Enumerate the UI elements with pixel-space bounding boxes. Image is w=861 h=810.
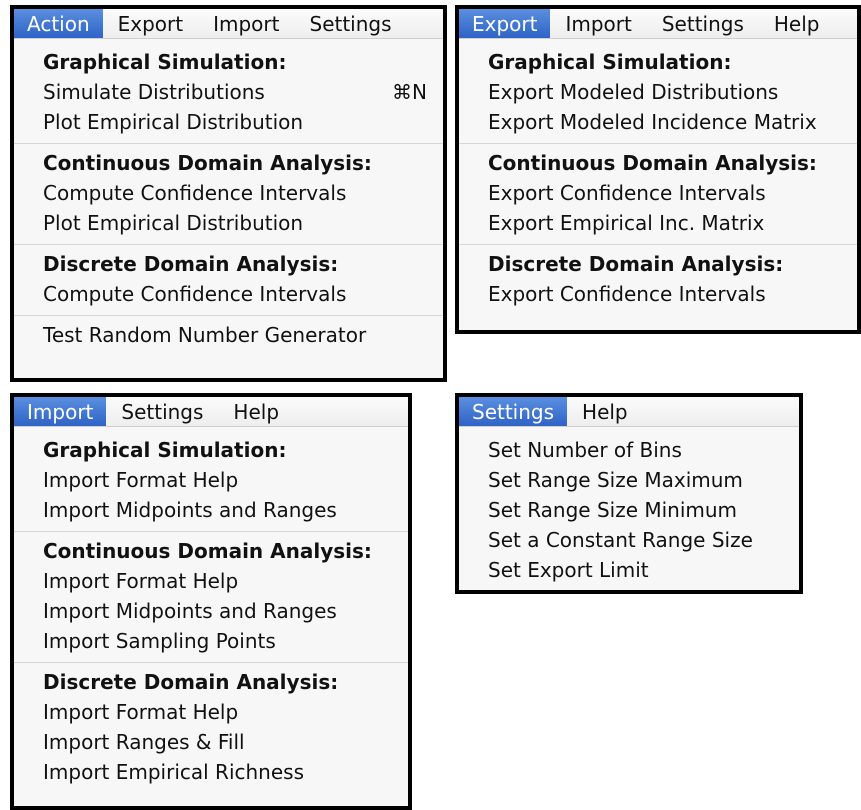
menubar-item-export[interactable]: Export bbox=[459, 9, 551, 38]
menu-item-label: Set Number of Bins bbox=[488, 438, 682, 462]
menubar-item-help[interactable]: Help bbox=[218, 397, 294, 426]
menu-section: Set Number of Bins Set Range Size Maximum… bbox=[459, 431, 799, 590]
menu-item-label: Plot Empirical Distribution bbox=[43, 211, 304, 235]
menu-section-heading: Discrete Domain Analysis: bbox=[488, 252, 784, 276]
menu-item-label: Import Format Help bbox=[43, 569, 239, 593]
dropdown-menu: Graphical Simulation: Import Format Help I… bbox=[14, 427, 408, 793]
menubar-item-help[interactable]: Help bbox=[567, 397, 643, 426]
menubar-item-settings[interactable]: Settings bbox=[459, 397, 568, 426]
menubar-item-import[interactable]: Import bbox=[14, 397, 107, 426]
menu-section: Continuous Domain Analysis: Compute Confi… bbox=[14, 144, 443, 245]
import-menu-panel: Import Settings Help Graphical Simulation: I… bbox=[10, 393, 412, 810]
menu-item-label: Export Confidence Intervals bbox=[488, 181, 766, 205]
menu-item-label: Import Sampling Points bbox=[43, 629, 276, 653]
menu-section: Continuous Domain Analysis: Export Confid… bbox=[459, 144, 857, 245]
export-menu-panel: Export Import Settings Help Graphical Simula… bbox=[455, 5, 861, 334]
keyboard-shortcut: ⌘N bbox=[392, 80, 427, 104]
menu-item-label: Import Midpoints and Ranges bbox=[43, 498, 337, 522]
menu-section: Graphical Simulation: Export Modeled Dist… bbox=[459, 43, 857, 144]
menu-item-set-number-of-bins[interactable]: Set Number of Bins bbox=[459, 435, 799, 465]
menu-item-label: Export Modeled Incidence Matrix bbox=[488, 110, 817, 134]
menu-item-import-ranges-and-fill[interactable]: Import Ranges & Fill bbox=[14, 727, 408, 757]
menu-item-set-export-limit[interactable]: Set Export Limit bbox=[459, 555, 799, 585]
menu-item-export-confidence-intervals[interactable]: Export Confidence Intervals bbox=[459, 178, 857, 208]
menu-item-set-a-constant-range-size[interactable]: Set a Constant Range Size bbox=[459, 525, 799, 555]
menu-item-export-modeled-distributions[interactable]: Export Modeled Distributions bbox=[459, 77, 857, 107]
menu-section: Discrete Domain Analysis: Compute Confide… bbox=[14, 245, 443, 316]
menu-item-export-confidence-intervals[interactable]: Export Confidence Intervals bbox=[459, 279, 857, 309]
dropdown-menu: Set Number of Bins Set Range Size Maximum… bbox=[459, 427, 799, 590]
menubar-item-help[interactable]: Help bbox=[759, 9, 835, 38]
menubar-item-action[interactable]: Action bbox=[14, 9, 103, 38]
menu-bar: Settings Help bbox=[459, 397, 799, 427]
menu-section: Test Random Number Generator bbox=[14, 316, 443, 356]
menu-item-label: Set a Constant Range Size bbox=[488, 528, 753, 552]
action-menu-panel: Action Export Import Settings Graphical Simu… bbox=[10, 5, 447, 382]
menu-bar: Import Settings Help bbox=[14, 397, 408, 427]
menu-section-heading: Discrete Domain Analysis: bbox=[43, 670, 339, 694]
menu-section: Discrete Domain Analysis: Export Confiden… bbox=[459, 245, 857, 315]
menu-item-set-range-size-minimum[interactable]: Set Range Size Minimum bbox=[459, 495, 799, 525]
menu-item-label: Set Range Size Minimum bbox=[488, 498, 738, 522]
menu-item-label: Export Confidence Intervals bbox=[488, 282, 766, 306]
menu-item-label: Plot Empirical Distribution bbox=[43, 110, 304, 134]
menu-item-label: Test Random Number Generator bbox=[43, 323, 367, 347]
menu-section-heading: Continuous Domain Analysis: bbox=[43, 539, 372, 563]
menu-section-heading: Continuous Domain Analysis: bbox=[488, 151, 817, 175]
menu-item-import-midpoints-and-ranges[interactable]: Import Midpoints and Ranges bbox=[14, 596, 408, 626]
menu-item-export-empirical-inc-matrix[interactable]: Export Empirical Inc. Matrix bbox=[459, 208, 857, 238]
menu-bar: Action Export Import Settings bbox=[14, 9, 443, 39]
menu-item-label: Import Empirical Richness bbox=[43, 760, 304, 784]
menu-item-import-empirical-richness[interactable]: Import Empirical Richness bbox=[14, 757, 408, 787]
menu-item-export-modeled-incidence-matrix[interactable]: Export Modeled Incidence Matrix bbox=[459, 107, 857, 137]
menubar-item-import[interactable]: Import bbox=[550, 9, 646, 38]
dropdown-menu: Graphical Simulation: Simulate Distributi… bbox=[14, 39, 443, 356]
menu-section: Graphical Simulation: Simulate Distributi… bbox=[14, 43, 443, 144]
menu-item-import-format-help[interactable]: Import Format Help bbox=[14, 566, 408, 596]
menubar-item-settings[interactable]: Settings bbox=[106, 397, 218, 426]
menu-item-label: Import Ranges & Fill bbox=[43, 730, 245, 754]
menubar-item-import[interactable]: Import bbox=[198, 9, 294, 38]
menu-item-import-sampling-points[interactable]: Import Sampling Points bbox=[14, 626, 408, 656]
menu-item-label: Import Midpoints and Ranges bbox=[43, 599, 337, 623]
menu-item-plot-empirical-distribution[interactable]: Plot Empirical Distribution bbox=[14, 208, 443, 238]
menu-item-import-midpoints-and-ranges[interactable]: Import Midpoints and Ranges bbox=[14, 495, 408, 525]
menu-item-compute-confidence-intervals[interactable]: Compute Confidence Intervals bbox=[14, 178, 443, 208]
menu-item-label: Set Range Size Maximum bbox=[488, 468, 743, 492]
menubar-item-settings[interactable]: Settings bbox=[647, 9, 759, 38]
menubar-item-export[interactable]: Export bbox=[103, 9, 198, 38]
menu-bar: Export Import Settings Help bbox=[459, 9, 857, 39]
menu-item-set-range-size-maximum[interactable]: Set Range Size Maximum bbox=[459, 465, 799, 495]
menu-item-plot-empirical-distribution[interactable]: Plot Empirical Distribution bbox=[14, 107, 443, 137]
menu-section-heading: Graphical Simulation: bbox=[488, 50, 732, 74]
menu-section: Discrete Domain Analysis: Import Format H… bbox=[14, 663, 408, 793]
menu-item-test-random-number-generator[interactable]: Test Random Number Generator bbox=[14, 320, 443, 350]
settings-menu-panel: Settings Help Set Number of Bins Set Range … bbox=[455, 393, 803, 594]
menu-item-label: Simulate Distributions bbox=[43, 80, 265, 104]
menu-section: Continuous Domain Analysis: Import Format… bbox=[14, 532, 408, 663]
menu-section-heading: Continuous Domain Analysis: bbox=[43, 151, 372, 175]
menu-section-heading: Graphical Simulation: bbox=[43, 50, 287, 74]
menu-item-import-format-help[interactable]: Import Format Help bbox=[14, 465, 408, 495]
dropdown-menu: Graphical Simulation: Export Modeled Dist… bbox=[459, 39, 857, 315]
menu-item-label: Export Empirical Inc. Matrix bbox=[488, 211, 765, 235]
menu-item-label: Import Format Help bbox=[43, 700, 239, 724]
menu-item-simulate-distributions[interactable]: Simulate Distributions ⌘N bbox=[14, 77, 443, 107]
menu-item-compute-confidence-intervals[interactable]: Compute Confidence Intervals bbox=[14, 279, 443, 309]
menu-section-heading: Graphical Simulation: bbox=[43, 438, 287, 462]
menu-item-import-format-help[interactable]: Import Format Help bbox=[14, 697, 408, 727]
menu-item-label: Compute Confidence Intervals bbox=[43, 181, 347, 205]
menu-item-label: Import Format Help bbox=[43, 468, 239, 492]
menu-item-label: Export Modeled Distributions bbox=[488, 80, 779, 104]
menu-item-label: Set Export Limit bbox=[488, 558, 649, 582]
menu-section-heading: Discrete Domain Analysis: bbox=[43, 252, 339, 276]
menu-item-label: Compute Confidence Intervals bbox=[43, 282, 347, 306]
menu-section: Graphical Simulation: Import Format Help I… bbox=[14, 431, 408, 532]
menubar-item-settings[interactable]: Settings bbox=[295, 9, 407, 38]
